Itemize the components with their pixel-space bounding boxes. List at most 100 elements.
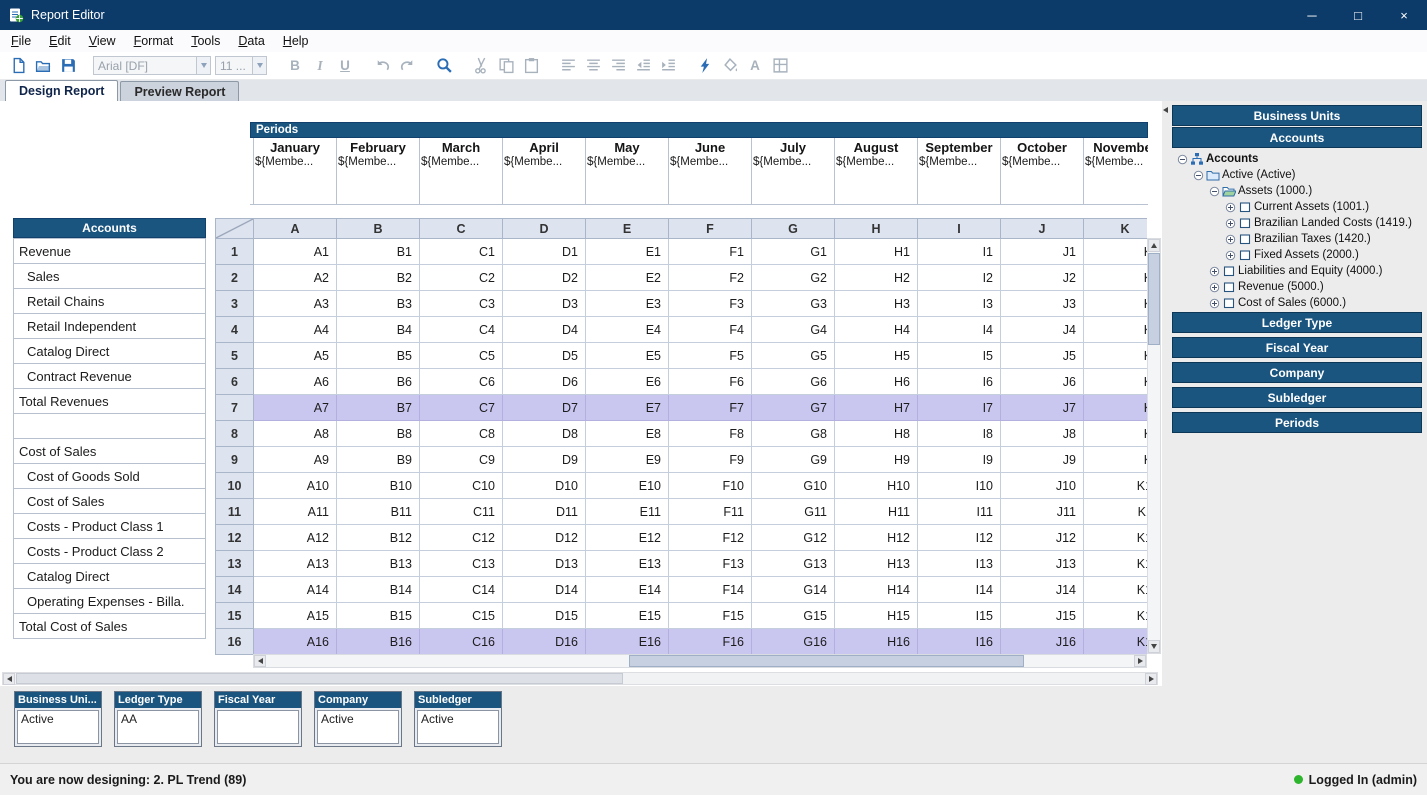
column-header-B[interactable]: B — [337, 219, 420, 239]
grid-cell-B8[interactable]: B8 — [337, 421, 420, 447]
grid-cell-E5[interactable]: E5 — [586, 343, 669, 369]
grid-cell-F13[interactable]: F13 — [669, 551, 752, 577]
align-left-icon[interactable] — [556, 55, 580, 77]
grid-cell-H7[interactable]: H7 — [835, 395, 918, 421]
period-column-june[interactable]: June${Membe... — [669, 138, 752, 204]
grid-cell-H8[interactable]: H8 — [835, 421, 918, 447]
grid-cell-K13[interactable]: K13 — [1084, 551, 1147, 577]
column-header-D[interactable]: D — [503, 219, 586, 239]
grid-cell-J15[interactable]: J15 — [1001, 603, 1084, 629]
grid-cell-I8[interactable]: I8 — [918, 421, 1001, 447]
grid-cell-C14[interactable]: C14 — [420, 577, 503, 603]
column-header-F[interactable]: F — [669, 219, 752, 239]
canvas-scrollbar-thumb[interactable] — [16, 673, 623, 684]
dropdown-arrow-icon[interactable] — [252, 57, 266, 74]
grid-cell-G7[interactable]: G7 — [752, 395, 835, 421]
grid-cell-A11[interactable]: A11 — [254, 499, 337, 525]
column-header-J[interactable]: J — [1001, 219, 1084, 239]
periods-header[interactable]: Periods — [250, 122, 1148, 138]
grid-cell-D16[interactable]: D16 — [503, 629, 586, 655]
grid-cell-C8[interactable]: C8 — [420, 421, 503, 447]
grid-cell-D12[interactable]: D12 — [503, 525, 586, 551]
grid-cell-F12[interactable]: F12 — [669, 525, 752, 551]
filter-panel-value[interactable] — [218, 711, 298, 713]
grid-cell-E8[interactable]: E8 — [586, 421, 669, 447]
tree-node[interactable]: Fixed Assets (2000.) — [1176, 247, 1422, 263]
column-header-H[interactable]: H — [835, 219, 918, 239]
grid-cell-B9[interactable]: B9 — [337, 447, 420, 473]
grid-cell-J13[interactable]: J13 — [1001, 551, 1084, 577]
grid-cell-I2[interactable]: I2 — [918, 265, 1001, 291]
grid-cell-H2[interactable]: H2 — [835, 265, 918, 291]
grid-cell-C7[interactable]: C7 — [420, 395, 503, 421]
maximize-button[interactable]: □ — [1335, 0, 1381, 30]
grid-cell-A10[interactable]: A10 — [254, 473, 337, 499]
grid-cell-E9[interactable]: E9 — [586, 447, 669, 473]
grid-cell-I4[interactable]: I4 — [918, 317, 1001, 343]
account-row[interactable]: Total Cost of Sales — [13, 613, 206, 639]
tree-node[interactable]: Liabilities and Equity (4000.) — [1176, 263, 1422, 279]
grid-cell-F10[interactable]: F10 — [669, 473, 752, 499]
row-header-10[interactable]: 10 — [216, 473, 254, 499]
grid-cell-E12[interactable]: E12 — [586, 525, 669, 551]
minimize-button[interactable]: ─ — [1289, 0, 1335, 30]
sidebar-panel-accounts[interactable]: Accounts — [1172, 127, 1422, 148]
close-button[interactable]: × — [1381, 0, 1427, 30]
grid-cell-B7[interactable]: B7 — [337, 395, 420, 421]
grid-cell-H11[interactable]: H11 — [835, 499, 918, 525]
grid-cell-G6[interactable]: G6 — [752, 369, 835, 395]
paste-icon[interactable] — [519, 55, 543, 77]
menu-file[interactable]: File — [2, 31, 40, 51]
canvas-scroll-right-button[interactable] — [1145, 673, 1157, 685]
row-header-6[interactable]: 6 — [216, 369, 254, 395]
filter-panel-business-uni[interactable]: Business Uni...Active — [14, 691, 102, 747]
table-grid-icon[interactable] — [768, 55, 792, 77]
filter-panel-list[interactable]: AA — [117, 710, 199, 744]
grid-cell-D1[interactable]: D1 — [503, 239, 586, 265]
row-header-7[interactable]: 7 — [216, 395, 254, 421]
grid-cell-H4[interactable]: H4 — [835, 317, 918, 343]
tree-node[interactable]: Assets (1000.) — [1176, 183, 1422, 199]
account-row[interactable]: Operating Expenses - Billa. — [13, 588, 206, 614]
fill-color-icon[interactable] — [718, 55, 742, 77]
font-family-combo[interactable]: Arial [DF] — [93, 56, 211, 75]
grid-cell-I5[interactable]: I5 — [918, 343, 1001, 369]
scroll-up-button[interactable] — [1148, 239, 1160, 252]
account-row[interactable]: Retail Independent — [13, 313, 206, 339]
menu-view[interactable]: View — [80, 31, 125, 51]
underline-icon[interactable]: U — [333, 55, 357, 77]
undo-icon[interactable] — [370, 55, 394, 77]
grid-cell-C1[interactable]: C1 — [420, 239, 503, 265]
grid-cell-B6[interactable]: B6 — [337, 369, 420, 395]
grid-cell-F4[interactable]: F4 — [669, 317, 752, 343]
cut-icon[interactable] — [469, 55, 493, 77]
expand-node-icon[interactable] — [1224, 250, 1236, 261]
grid-cell-J3[interactable]: J3 — [1001, 291, 1084, 317]
grid-cell-F11[interactable]: F11 — [669, 499, 752, 525]
filter-panel-company[interactable]: CompanyActive — [314, 691, 402, 747]
menu-data[interactable]: Data — [229, 31, 273, 51]
grid-cell-B11[interactable]: B11 — [337, 499, 420, 525]
grid-cell-K4[interactable]: K4 — [1084, 317, 1147, 343]
grid-cell-D11[interactable]: D11 — [503, 499, 586, 525]
grid-cell-H15[interactable]: H15 — [835, 603, 918, 629]
filter-panel-fiscal-year[interactable]: Fiscal Year — [214, 691, 302, 747]
vertical-scrollbar-thumb[interactable] — [1148, 253, 1160, 345]
grid-cell-C3[interactable]: C3 — [420, 291, 503, 317]
grid-cell-E7[interactable]: E7 — [586, 395, 669, 421]
canvas-scroll-left-button[interactable] — [3, 673, 15, 685]
scroll-left-button[interactable] — [254, 655, 266, 667]
grid-cell-K11[interactable]: K11 — [1084, 499, 1147, 525]
grid-cell-F2[interactable]: F2 — [669, 265, 752, 291]
account-row[interactable]: Sales — [13, 263, 206, 289]
grid-cell-H9[interactable]: H9 — [835, 447, 918, 473]
grid-cell-J9[interactable]: J9 — [1001, 447, 1084, 473]
grid-cell-D5[interactable]: D5 — [503, 343, 586, 369]
grid-cell-H6[interactable]: H6 — [835, 369, 918, 395]
period-column-september[interactable]: September${Membe... — [918, 138, 1001, 204]
account-row[interactable]: Costs - Product Class 1 — [13, 513, 206, 539]
tree-node[interactable]: Active (Active) — [1176, 167, 1422, 183]
row-header-13[interactable]: 13 — [216, 551, 254, 577]
account-row[interactable]: Cost of Sales — [13, 488, 206, 514]
open-icon[interactable] — [31, 55, 55, 77]
